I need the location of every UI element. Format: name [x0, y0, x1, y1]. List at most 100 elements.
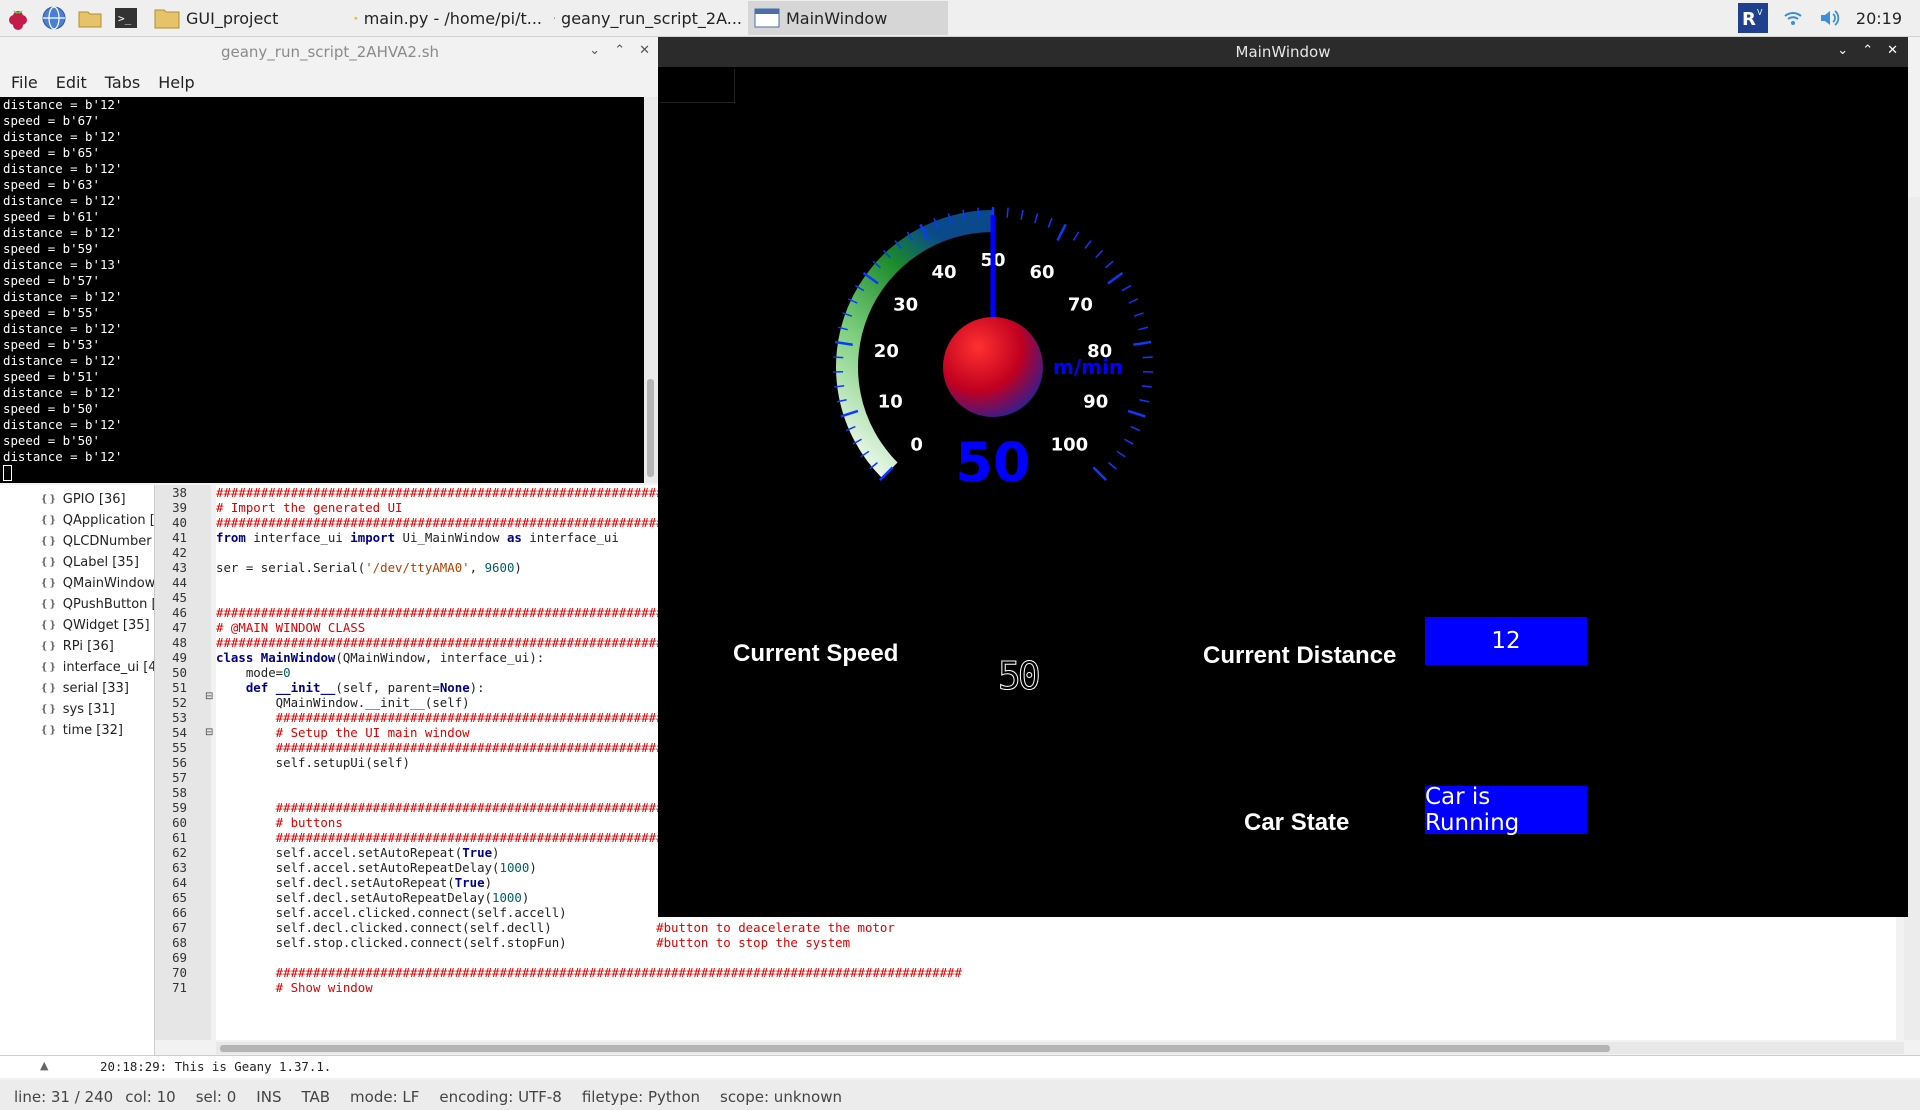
task-main-py[interactable]: main.py - /home/pi/t... — [348, 1, 548, 35]
close-icon[interactable]: ✕ — [639, 43, 650, 58]
symbol-icon: ❴❵ — [40, 683, 57, 694]
symbol-item[interactable]: ❴❵sys [31] — [0, 699, 154, 720]
menu-tabs[interactable]: Tabs — [105, 73, 140, 92]
collapse-arrow-icon[interactable]: ▲ — [40, 1059, 48, 1072]
minor-tick — [1129, 299, 1138, 303]
distance-value: 12 — [1491, 628, 1520, 654]
line-number: 60 — [155, 815, 211, 830]
status-tab: TAB — [301, 1088, 330, 1106]
volume-icon[interactable] — [1818, 7, 1842, 29]
line-number: 68 — [155, 935, 211, 950]
line-number: 40 — [155, 515, 211, 530]
editor-horizontal-scrollbar[interactable] — [216, 1042, 1904, 1054]
terminal-line: speed = b'57' — [0, 273, 644, 289]
symbol-label: QMainWindow [3 — [63, 576, 154, 591]
task-label: main.py - /home/pi/t... — [364, 9, 542, 28]
gauge-value: 50 — [955, 431, 1030, 494]
symbol-item[interactable]: ❴❵QApplication [35 — [0, 510, 154, 531]
current-speed-label: Current Speed — [733, 640, 898, 668]
code-line: ########################################… — [216, 965, 1896, 980]
code-line: self.decl.clicked.connect(self.decll) #b… — [216, 920, 1896, 935]
terminal-scrollbar[interactable] — [644, 97, 658, 483]
symbol-item[interactable]: ❴❵interface_ui [41] — [0, 657, 154, 678]
minor-tick — [1139, 400, 1149, 402]
web-browser-icon[interactable] — [36, 0, 72, 36]
symbol-label: QLCDNumber [3 — [63, 534, 154, 549]
status-mode: mode: LF — [350, 1088, 419, 1106]
fold-marker-icon[interactable]: ⊟ — [205, 727, 213, 738]
fold-marker-icon[interactable]: ⊟ — [205, 691, 213, 702]
geany-icon — [354, 7, 358, 29]
taskbar: >_ GUI_project main.py - /home/pi/t... >… — [0, 0, 1920, 37]
menu-edit[interactable]: Edit — [56, 73, 87, 92]
gauge-tick-label: 40 — [931, 262, 956, 283]
symbol-item[interactable]: ❴❵ RPi [36] — [0, 636, 154, 657]
symbol-label: QLabel [35] — [63, 555, 139, 570]
menu-file[interactable]: File — [11, 73, 38, 92]
mainwindow: MainWindow ⌄ ⌃ ✕ 0102030405060708090100 — [658, 37, 1908, 917]
terminal-line: distance = b'12' — [0, 129, 644, 145]
symbol-label: QWidget [35] — [63, 618, 150, 633]
symbol-item[interactable]: ❴❵ QMainWindow [3 — [0, 573, 154, 594]
terminal-line: distance = b'12' — [0, 289, 644, 305]
terminal-line: speed = b'51' — [0, 369, 644, 385]
symbol-list: ❴❵GPIO [36]❴❵QApplication [35❴❵QLCDNumbe… — [0, 485, 155, 1059]
menu-help[interactable]: Help — [158, 73, 194, 92]
line-number: 63 — [155, 860, 211, 875]
terminal-launcher-icon[interactable]: >_ — [108, 0, 144, 36]
line-number: 64 — [155, 875, 211, 890]
minor-tick — [1073, 232, 1078, 240]
symbol-item[interactable]: ❴❵QLabel [35] — [0, 552, 154, 573]
symbol-label: GPIO [36] — [63, 492, 126, 507]
task-mainwindow[interactable]: MainWindow — [748, 1, 948, 35]
symbol-label: time [32] — [63, 723, 123, 738]
file-manager-icon[interactable] — [72, 0, 108, 36]
folder-icon — [154, 7, 180, 29]
svg-text:>_: >_ — [118, 12, 132, 25]
symbol-item[interactable]: ❴❵GPIO [36] — [0, 489, 154, 510]
minor-tick — [1122, 286, 1131, 291]
line-number: 49 — [155, 650, 211, 665]
terminal-line: distance = b'12' — [0, 161, 644, 177]
task-geany-run-script[interactable]: >_ geany_run_script_2A... — [548, 1, 748, 35]
terminal-line: speed = b'65' — [0, 145, 644, 161]
symbol-icon: ❴❵ — [40, 536, 57, 547]
minor-tick — [1117, 451, 1125, 457]
symbol-item[interactable]: ❴❵ QLCDNumber [3 — [0, 531, 154, 552]
maximize-icon[interactable]: ⌃ — [614, 43, 625, 58]
line-number: 50 — [155, 665, 211, 680]
status-line: line: 31 / 240 — [14, 1088, 113, 1106]
minor-tick — [1096, 250, 1103, 257]
current-distance-label: Current Distance — [1203, 642, 1396, 670]
symbol-icon: ❴❵ — [40, 662, 57, 673]
distance-value-box: 12 — [1425, 617, 1587, 665]
svg-text:R: R — [1742, 9, 1756, 30]
minimize-icon[interactable]: ⌄ — [589, 43, 600, 58]
line-number: 53 — [155, 710, 211, 725]
symbol-item[interactable]: ❴❵ QWidget [35] — [0, 615, 154, 636]
symbol-label: RPi [36] — [63, 639, 114, 654]
statusbar: line: 31 / 240 col: 10 sel: 0 INS TAB mo… — [0, 1084, 1920, 1110]
line-number: 61 — [155, 830, 211, 845]
terminal-line: speed = b'50' — [0, 401, 644, 417]
symbol-item[interactable]: ❴❵serial [33] — [0, 678, 154, 699]
minor-tick — [978, 208, 979, 218]
symbol-icon: ❴❵ — [40, 599, 57, 610]
status-scope: scope: unknown — [720, 1088, 842, 1106]
vnc-icon[interactable]: RV — [1738, 3, 1768, 33]
clock: 20:19 — [1856, 9, 1902, 28]
symbol-icon: ❴❵ — [40, 641, 57, 652]
task-gui-project[interactable]: GUI_project — [148, 1, 348, 35]
symbol-item[interactable]: ❴❵ QPushButton [3 — [0, 594, 154, 615]
wifi-icon[interactable] — [1782, 7, 1804, 29]
terminal-output[interactable]: distance = b'12'speed = b'67'distance = … — [0, 97, 644, 483]
symbol-label: QPushButton [3 — [63, 597, 154, 612]
symbol-icon: ❴❵ — [40, 578, 57, 589]
speed-lcd: 50 — [998, 654, 1038, 698]
car-state-value-box: Car is Running — [1425, 786, 1587, 834]
line-number: 54 — [155, 725, 211, 740]
raspberry-menu-icon[interactable] — [0, 0, 36, 36]
symbol-item[interactable]: ❴❵time [32] — [0, 720, 154, 741]
symbol-icon: ❴❵ — [40, 620, 57, 631]
line-number: 69 — [155, 950, 211, 965]
